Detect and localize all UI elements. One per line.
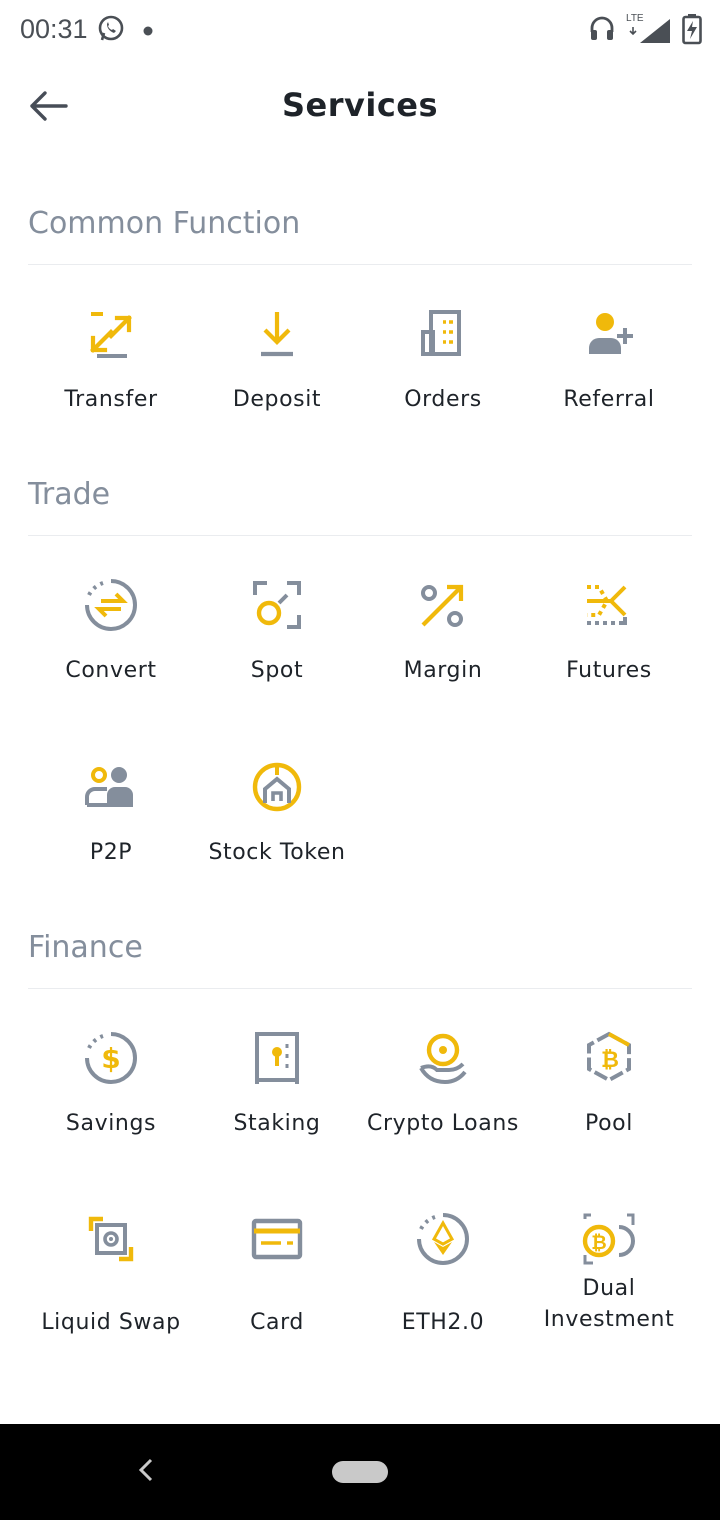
service-orders[interactable]: Orders <box>360 306 526 415</box>
section-divider <box>28 264 692 265</box>
section-divider <box>28 535 692 536</box>
referral-icon <box>581 306 637 362</box>
service-label: Margin <box>403 658 483 683</box>
service-label: P2P <box>89 840 133 865</box>
staking-icon <box>249 1030 305 1086</box>
svg-text:$: $ <box>101 1042 120 1075</box>
spot-icon <box>249 577 305 633</box>
service-card[interactable]: Card <box>194 1211 360 1338</box>
service-label: Stock Token <box>208 840 346 865</box>
p2p-icon <box>83 759 139 815</box>
service-label: Card <box>250 1310 304 1335</box>
service-eth2[interactable]: ETH2.0 <box>360 1211 526 1338</box>
savings-icon: $ <box>83 1030 139 1086</box>
service-futures[interactable]: Futures <box>526 577 692 686</box>
pool-icon: ₿ <box>581 1030 637 1086</box>
nav-back-button[interactable] <box>126 1452 166 1492</box>
section-title-finance: Finance <box>28 930 143 965</box>
service-label: Dual Investment <box>543 1276 675 1332</box>
service-margin[interactable]: Margin <box>360 577 526 686</box>
service-label: Spot <box>250 658 304 683</box>
app-header: Services <box>0 64 720 152</box>
service-transfer[interactable]: Transfer <box>28 306 194 415</box>
battery-charging-icon <box>682 13 702 49</box>
service-label: Referral <box>563 387 655 412</box>
service-label: Transfer <box>64 387 158 412</box>
svg-text:₿: ₿ <box>601 1048 619 1073</box>
page-title: Services <box>281 86 439 124</box>
transfer-icon <box>83 306 139 362</box>
service-dual-investment[interactable]: ₿ Dual Investment <box>526 1211 692 1335</box>
orders-icon <box>415 306 471 362</box>
eth2-icon <box>415 1211 471 1267</box>
service-staking[interactable]: Staking <box>194 1030 360 1139</box>
convert-icon <box>83 577 139 633</box>
service-label: Savings <box>65 1111 157 1136</box>
status-time: 00:31 <box>20 14 88 44</box>
service-crypto-loans[interactable]: Crypto Loans <box>360 1030 526 1139</box>
svg-text:₿: ₿ <box>591 1232 606 1254</box>
service-pool[interactable]: ₿ Pool <box>526 1030 692 1139</box>
nav-home-pill-icon[interactable] <box>332 1461 388 1483</box>
status-bar: 00:31 LTE <box>0 0 720 64</box>
stock-token-icon <box>249 759 305 815</box>
service-spot[interactable]: Spot <box>194 577 360 686</box>
service-liquid-swap[interactable]: Liquid Swap <box>28 1211 194 1338</box>
card-icon <box>249 1211 305 1267</box>
futures-icon <box>581 577 637 633</box>
nav-back-icon <box>136 1457 156 1487</box>
service-p2p[interactable]: P2P <box>28 759 194 868</box>
service-label: Futures <box>566 658 652 683</box>
service-referral[interactable]: Referral <box>526 306 692 415</box>
service-label: Pool <box>585 1111 633 1136</box>
service-label: Liquid Swap <box>41 1310 181 1335</box>
headset-icon <box>588 14 616 48</box>
system-nav-bar <box>0 1424 720 1520</box>
service-label: ETH2.0 <box>401 1310 485 1335</box>
whatsapp-icon <box>96 14 126 48</box>
service-label: Staking <box>233 1111 321 1136</box>
deposit-icon <box>249 306 305 362</box>
liquid-swap-icon <box>83 1211 139 1267</box>
section-title-trade: Trade <box>28 477 111 512</box>
service-label: Deposit <box>232 387 322 412</box>
service-convert[interactable]: Convert <box>28 577 194 686</box>
service-label: Orders <box>404 387 482 412</box>
service-label: Convert <box>65 658 157 683</box>
service-savings[interactable]: $ Savings <box>28 1030 194 1139</box>
notification-dot-icon <box>142 22 154 41</box>
margin-icon <box>415 577 471 633</box>
dual-investment-icon: ₿ <box>581 1211 637 1267</box>
crypto-loans-icon <box>415 1030 471 1086</box>
section-divider <box>28 988 692 989</box>
signal-icon: LTE <box>626 13 672 47</box>
service-stock-token[interactable]: Stock Token <box>194 759 360 868</box>
service-label: Crypto Loans <box>367 1111 519 1136</box>
section-title-common-function: Common Function <box>28 206 301 241</box>
service-deposit[interactable]: Deposit <box>194 306 360 415</box>
